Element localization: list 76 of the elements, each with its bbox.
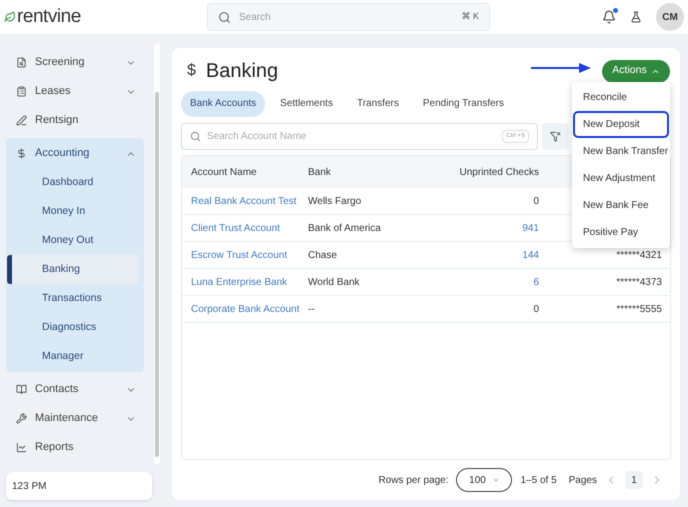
tab[interactable]: Bank Accounts: [181, 90, 266, 116]
actions-button[interactable]: Actions: [602, 60, 670, 82]
table-cell-text: ******5555: [616, 302, 663, 316]
sidebar-item[interactable]: Leases: [6, 77, 144, 106]
table-cell-text: Chase: [307, 248, 338, 262]
wrench-icon: [16, 413, 27, 424]
table-cell-text: World Bank: [307, 276, 361, 290]
table-cell-text: --: [307, 302, 316, 316]
sidebar-subitem[interactable]: Manager: [6, 342, 138, 371]
account-link[interactable]: Luna Enterprise Bank: [182, 274, 304, 290]
page-button[interactable]: 1: [625, 471, 643, 489]
table-cell-text: ******4321: [616, 248, 663, 262]
account-link[interactable]: Real Bank Account Test: [182, 194, 304, 208]
menu-item[interactable]: Reconcile: [573, 84, 669, 111]
dollar-icon: [16, 148, 27, 159]
menu-item[interactable]: New Bank Transfer: [573, 138, 669, 165]
shortcut-hint: ⌘ K: [461, 10, 479, 24]
table-cell-text: 0: [532, 194, 539, 208]
sidebar-subitem[interactable]: Money Out: [6, 226, 138, 255]
document-search-icon: [16, 57, 27, 68]
book-icon: [16, 384, 27, 395]
tab[interactable]: Transfers: [348, 90, 408, 116]
flask-icon[interactable]: [630, 11, 642, 23]
filter-clear-icon: [550, 131, 561, 142]
sidebar-item[interactable]: Maintenance: [6, 404, 144, 433]
table-cell[interactable]: 144: [424, 248, 539, 262]
search-icon: [218, 10, 231, 24]
menu-item[interactable]: New Bank Fee: [573, 192, 669, 219]
table-cell-text: 0: [532, 302, 539, 316]
sidebar-subitem[interactable]: Money In: [6, 197, 138, 226]
leaf-logo-icon: [4, 11, 16, 23]
search-field[interactable]: Search ⌘ K: [207, 3, 490, 31]
column-header: Account Name: [190, 166, 258, 180]
account-link[interactable]: Client Trust Account: [182, 220, 304, 236]
pointer-arrow: [531, 63, 591, 73]
table-cell[interactable]: 6: [424, 274, 539, 290]
logo: rentvine: [17, 4, 81, 29]
time-label: 123 PM: [6, 472, 152, 500]
sidebar-subitem[interactable]: Transactions: [6, 284, 138, 313]
clear-filter-button[interactable]: [542, 123, 569, 150]
search-input[interactable]: Search: [239, 10, 454, 24]
search-input[interactable]: Search Account Name: [207, 129, 496, 144]
tab[interactable]: Pending Transfers: [414, 90, 514, 116]
sidebar-subitem[interactable]: Banking: [6, 255, 138, 284]
sidebar-item[interactable]: Accounting: [6, 139, 144, 168]
scrollbar[interactable]: [155, 92, 159, 457]
sidebar-subitem[interactable]: Diagnostics: [6, 313, 138, 342]
table-cell[interactable]: 941: [424, 220, 539, 236]
rows-per-page-label: Rows per page:: [378, 474, 448, 488]
dollar-icon: $: [187, 59, 196, 83]
tab[interactable]: Settlements: [271, 90, 342, 116]
avatar[interactable]: CM: [656, 3, 684, 31]
column-header: Unprinted Checks: [458, 166, 539, 180]
range-text: 1–5 of 5: [520, 474, 557, 488]
table-cell-text: Bank of America: [307, 222, 382, 236]
chevron-down-icon: [492, 476, 500, 484]
menu-item[interactable]: New Deposit: [573, 111, 669, 138]
page-title: Banking: [206, 59, 278, 84]
menu-item[interactable]: New Adjustment: [573, 165, 669, 192]
rows-per-page-select[interactable]: 100: [456, 468, 512, 492]
clipboard-icon: [16, 86, 27, 97]
sidebar-subitem[interactable]: Dashboard: [6, 168, 138, 197]
table-cell-text: Wells Fargo: [307, 194, 362, 208]
search-icon: [190, 131, 201, 142]
table-cell-text: ******4373: [616, 276, 663, 290]
sidebar-item[interactable]: Rentsign: [6, 106, 144, 135]
sidebar-item[interactable]: Screening: [6, 48, 144, 77]
column-header: Bank: [307, 166, 332, 180]
sidebar-item[interactable]: Reports: [6, 433, 144, 462]
menu-item[interactable]: Positive Pay: [573, 219, 669, 246]
sidebar-item[interactable]: Contacts: [6, 375, 144, 404]
account-link[interactable]: Corporate Bank Account: [182, 302, 304, 316]
pages-label: Pages: [568, 474, 597, 488]
account-link[interactable]: Escrow Trust Account: [182, 248, 304, 262]
bell-icon[interactable]: [602, 10, 616, 24]
chart-icon: [16, 442, 27, 453]
